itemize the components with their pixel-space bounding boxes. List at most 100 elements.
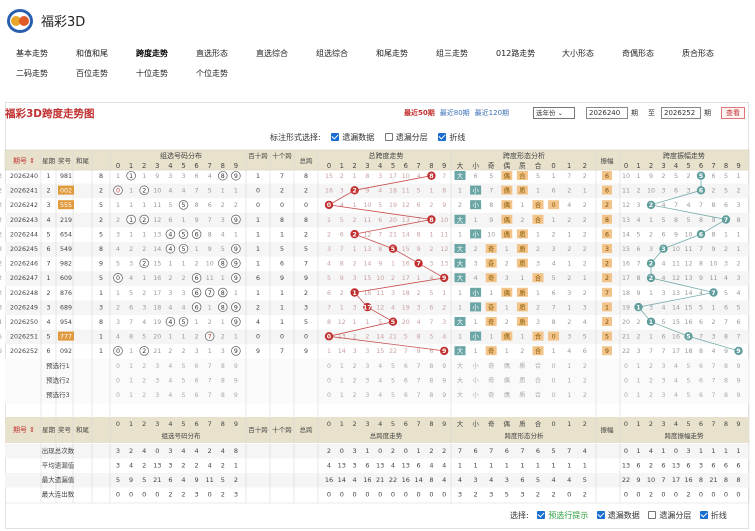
stat-sp: 0: [378, 447, 382, 455]
bottom-sp-digit: 8: [429, 420, 433, 428]
stat-zu: 3: [195, 491, 199, 499]
pre-shape-digit: 大: [457, 391, 463, 399]
checkbox-icon[interactable]: [537, 511, 546, 519]
sp-miss: 21: [389, 231, 397, 238]
shape-miss: 2: [583, 261, 587, 268]
aw-miss: 3: [661, 290, 665, 297]
aw-miss: 8: [711, 231, 715, 238]
sp-miss: 11: [376, 290, 384, 297]
checkbox-icon[interactable]: [699, 511, 708, 519]
stat-zu: 2: [168, 491, 172, 499]
shape-col-header: 1: [567, 162, 571, 170]
zu-miss: 4: [168, 304, 172, 311]
aw-miss: 10: [622, 173, 630, 180]
pre-shape-digit: 偶: [504, 362, 510, 370]
zu-miss: 2: [168, 348, 172, 355]
aw-miss: 7: [636, 261, 640, 268]
zu-miss: 8: [208, 231, 212, 238]
shape-miss: 1: [458, 188, 462, 195]
sp-miss: 6: [417, 202, 421, 209]
aw-miss: 4: [699, 290, 703, 297]
shape-miss: 2: [567, 246, 571, 253]
shape-tag-text: 大: [457, 215, 464, 224]
stat-zu: 4: [208, 462, 212, 470]
stat-sp: 0: [417, 491, 421, 499]
span-trend-line: [327, 175, 446, 352]
aw-miss: 2: [724, 246, 728, 253]
zu-miss: 4: [221, 231, 225, 238]
amp-cell: 5: [605, 334, 609, 341]
zu-miss: 10: [206, 261, 214, 268]
shape-col-header: 大: [457, 161, 464, 170]
bs-cell: 0: [256, 202, 260, 209]
pre-sp-digit: 2: [353, 392, 357, 399]
checkbox-icon[interactable]: [596, 511, 605, 519]
zu-miss: 2: [221, 202, 225, 209]
aw-miss: 9: [711, 246, 715, 253]
sp-miss: 4: [340, 202, 344, 209]
bs-cell: 9: [256, 348, 260, 355]
sp-miss: 12: [402, 202, 410, 209]
shape-miss: 5: [0, 334, 2, 341]
aw-miss: 5: [674, 173, 678, 180]
stat-shape: 4: [458, 476, 462, 484]
zu-hit: 4: [168, 319, 172, 326]
pre-aw-digit: 1: [637, 363, 641, 370]
option-bottom-missing-data[interactable]: 遗漏数据: [596, 510, 640, 521]
stat-shape: 3: [489, 491, 493, 499]
shape-miss: 5: [489, 173, 493, 180]
sg-cell: 0: [280, 202, 284, 209]
shape-col-header: 质: [519, 161, 526, 170]
pre-shape-digit: 2: [583, 363, 587, 370]
shape-miss: 1: [489, 334, 493, 341]
checkbox-icon[interactable]: [648, 511, 657, 519]
pre-shape-digit: 大: [457, 376, 463, 384]
shape-tag-text: 合: [535, 346, 542, 355]
aw-miss: 6: [736, 319, 740, 326]
sp-miss: 8: [365, 173, 369, 180]
zu-miss: 1: [129, 231, 133, 238]
pre-row-label: 预选行2: [46, 375, 70, 384]
pre-sp-digit: 3: [365, 363, 369, 370]
bs-cell: 1: [256, 261, 260, 268]
aw-digit-header: 1: [636, 162, 640, 170]
num-cell: 555: [60, 202, 72, 209]
shape-tag-text: 质: [519, 317, 525, 326]
zu-miss: 4: [116, 246, 120, 253]
option-bottom-polyline[interactable]: 折线: [699, 510, 727, 521]
num-cell: 777: [60, 334, 72, 341]
stat-sp: 14: [338, 476, 346, 484]
shape-miss: 5: [583, 334, 587, 341]
aw-miss: 3: [661, 188, 665, 195]
span-ball-text: 8: [429, 173, 433, 180]
stat-shape: 5: [552, 447, 556, 455]
stat-amp: 2: [649, 491, 653, 499]
span-ball-text: 0: [327, 202, 332, 209]
pre-row-label: 预选行3: [46, 390, 70, 399]
sp-miss: 17: [402, 275, 410, 282]
option-preselect-hint[interactable]: 预选行提示: [537, 510, 588, 521]
aw-miss: 13: [672, 290, 680, 297]
shape-tag-text: 大: [457, 259, 464, 268]
aw-miss: 11: [709, 275, 717, 282]
sp-miss: 3: [340, 188, 344, 195]
bs-cell: 0: [256, 188, 260, 195]
stat-shape: 6: [474, 447, 478, 455]
stat-amp: 0: [636, 491, 640, 499]
zu-miss: 1: [116, 202, 120, 209]
bottom-sp-digit: 5: [391, 420, 395, 428]
zu-miss: 3: [181, 173, 185, 180]
pre-shape-digit: 1: [567, 377, 571, 384]
aw-miss: 18: [622, 290, 630, 297]
stat-amp: 0: [674, 491, 678, 499]
pre-aw-digit: 2: [649, 363, 653, 370]
shape-miss: 1: [505, 304, 509, 311]
pre-aw-digit: 4: [674, 377, 678, 384]
span-cell: 8: [304, 173, 308, 180]
stat-zu: 0: [142, 491, 146, 499]
shape-tag-text: 小: [472, 186, 479, 195]
shape-col-header: 0: [551, 162, 555, 170]
shape-miss: 3: [505, 275, 509, 282]
tail-cell: 5: [99, 275, 103, 282]
option-bottom-missing-layer[interactable]: 遗漏分层: [648, 510, 691, 521]
